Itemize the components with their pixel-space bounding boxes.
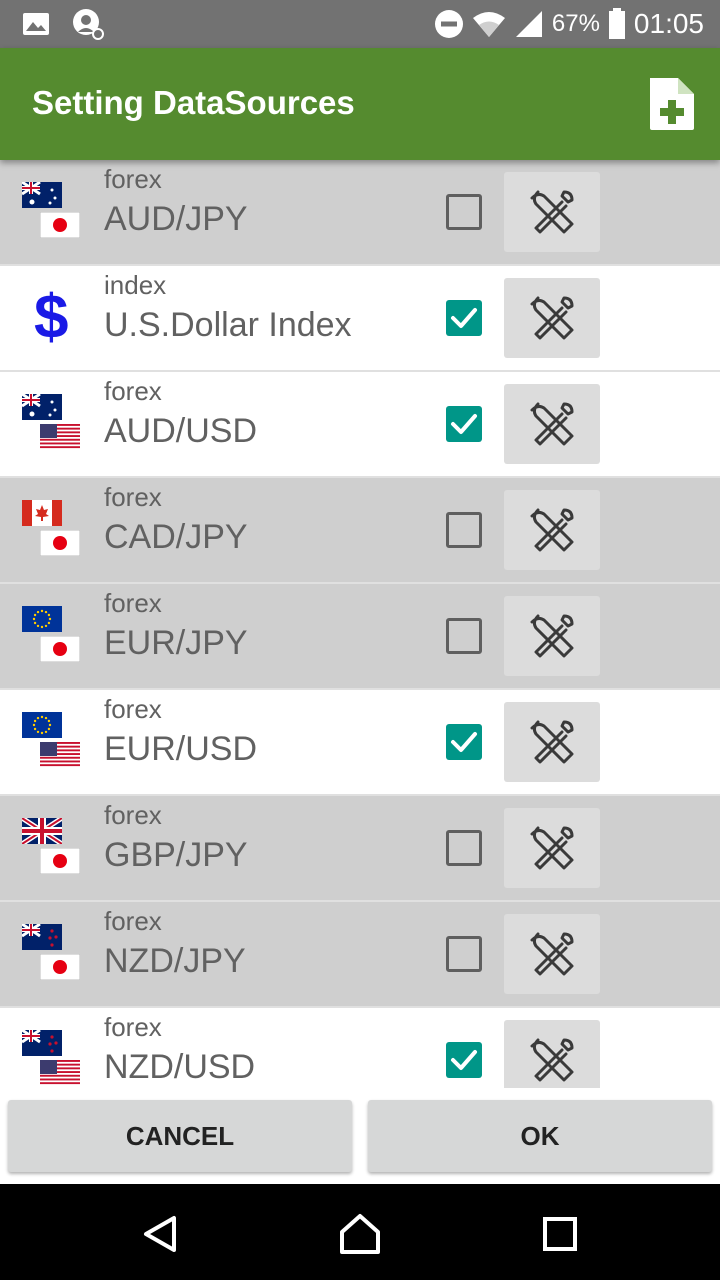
flag-jp-icon [39, 953, 81, 984]
flag-jp-icon [39, 635, 81, 666]
enable-checkbox[interactable] [446, 1042, 482, 1078]
currency-flags-icon [21, 392, 84, 456]
flag-nz-icon [21, 922, 62, 954]
enable-checkbox[interactable] [446, 194, 482, 230]
settings-button[interactable] [504, 1020, 600, 1088]
datasource-category: index [104, 270, 167, 300]
datasource-name: EUR/JPY [104, 624, 248, 662]
battery-percent: 67% [551, 10, 600, 37]
back-icon[interactable] [140, 1214, 180, 1254]
flag-nz-icon [21, 1028, 62, 1060]
datasource-row[interactable]: forex NZD/JPY [0, 902, 720, 1008]
enable-checkbox[interactable] [446, 512, 482, 548]
flag-jp-icon [39, 211, 81, 242]
currency-flags-icon [21, 1028, 84, 1088]
datasource-name: U.S.Dollar Index [104, 306, 352, 344]
settings-button[interactable] [504, 278, 600, 358]
cancel-button[interactable]: CANCEL [8, 1100, 352, 1172]
flag-us-icon [40, 742, 80, 772]
datasource-name: NZD/USD [104, 1048, 256, 1086]
signal-icon [515, 11, 542, 37]
currency-flags-icon [20, 815, 84, 880]
currency-flags-icon [21, 922, 84, 986]
datasource-row[interactable]: forex CAD/JPY [0, 478, 720, 584]
enable-checkbox[interactable] [446, 830, 482, 866]
wifi-icon [472, 12, 505, 37]
navigation-bar [0, 1184, 720, 1280]
datasource-category: forex [104, 588, 162, 618]
add-file-icon [650, 78, 694, 130]
recents-icon[interactable] [542, 1216, 578, 1252]
flag-eu-icon [22, 712, 62, 742]
do-not-disturb-icon [434, 10, 463, 38]
battery-icon [608, 8, 625, 39]
home-icon[interactable] [338, 1212, 382, 1256]
settings-button[interactable] [504, 490, 600, 570]
ok-button[interactable]: OK [368, 1100, 712, 1172]
datasource-category: forex [104, 1012, 162, 1042]
currency-flags-icon [22, 712, 84, 774]
datasource-list[interactable]: forex AUD/JPY $ index U.S.Dollar Index forex A… [0, 160, 720, 1088]
enable-checkbox[interactable] [446, 300, 482, 336]
flag-jp-icon [39, 847, 81, 878]
flag-ca-icon [22, 500, 62, 530]
datasource-category: forex [104, 800, 162, 830]
datasource-name: AUD/JPY [104, 200, 248, 238]
datasource-category: forex [104, 376, 162, 406]
settings-button[interactable] [504, 596, 600, 676]
clock: 01:05 [633, 8, 704, 39]
datasource-row[interactable]: forex GBP/JPY [0, 796, 720, 902]
app-bar: Setting DataSources [0, 48, 720, 160]
page-title: Setting DataSources [32, 84, 355, 121]
currency-flags-icon [22, 606, 84, 668]
add-datasource-button[interactable] [646, 76, 698, 132]
datasource-category: forex [104, 164, 162, 194]
settings-button[interactable] [504, 808, 600, 888]
flag-gb-icon [20, 815, 64, 848]
datasource-row[interactable]: forex AUD/JPY [0, 160, 720, 266]
enable-checkbox[interactable] [446, 724, 482, 760]
enable-checkbox[interactable] [446, 618, 482, 654]
flag-au-icon [21, 180, 62, 212]
datasource-row[interactable]: $ index U.S.Dollar Index [0, 266, 720, 372]
flag-jp-icon [39, 529, 81, 560]
datasource-category: forex [104, 694, 162, 724]
cast-icon [73, 9, 104, 40]
datasource-category: forex [104, 482, 162, 512]
datasource-category: forex [104, 906, 162, 936]
dollar-icon: $ [34, 283, 69, 352]
datasource-name: CAD/JPY [104, 518, 248, 556]
image-icon [23, 13, 49, 35]
flag-au-icon [21, 392, 62, 424]
settings-button[interactable] [504, 914, 600, 994]
settings-button[interactable] [504, 172, 600, 252]
settings-button[interactable] [504, 702, 600, 782]
datasource-row[interactable]: forex AUD/USD [0, 372, 720, 478]
currency-flags-icon [21, 180, 84, 244]
datasource-row[interactable]: forex EUR/JPY [0, 584, 720, 690]
currency-flags-icon [22, 500, 84, 562]
flag-us-icon [40, 1060, 80, 1088]
datasource-name: EUR/USD [104, 730, 258, 768]
flag-us-icon [40, 424, 80, 454]
datasource-name: GBP/JPY [104, 836, 248, 874]
datasource-row[interactable]: forex EUR/USD [0, 690, 720, 796]
enable-checkbox[interactable] [446, 936, 482, 972]
enable-checkbox[interactable] [446, 406, 482, 442]
datasource-row[interactable]: forex NZD/USD [0, 1008, 720, 1088]
settings-button[interactable] [504, 384, 600, 464]
status-bar: 67% 01:05 [0, 0, 720, 48]
datasource-name: NZD/JPY [104, 942, 246, 980]
flag-eu-icon [22, 606, 62, 636]
datasource-name: AUD/USD [104, 412, 258, 450]
dialog-button-bar: CANCEL OK [0, 1088, 720, 1184]
